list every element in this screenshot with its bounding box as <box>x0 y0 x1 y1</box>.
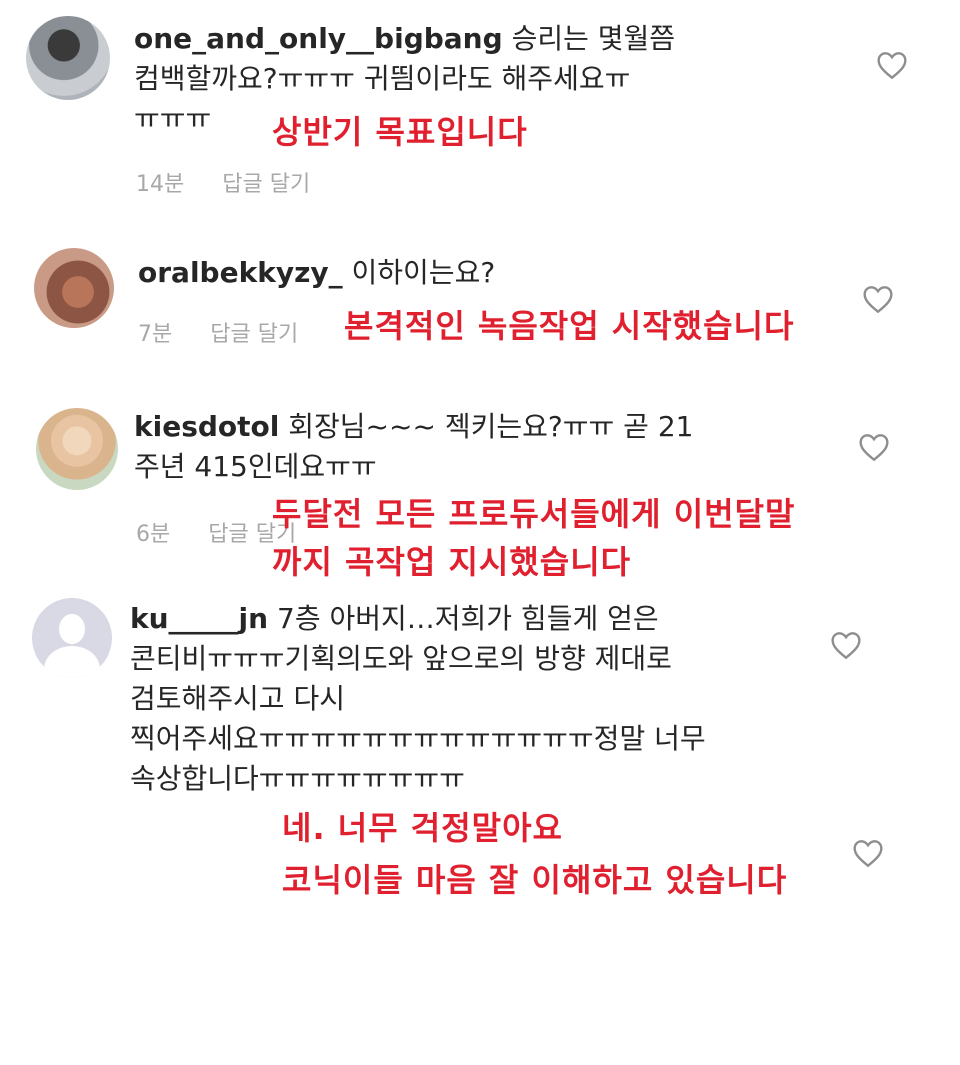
username[interactable]: one_and_only__bigbang <box>134 22 503 55</box>
annotation: 본격적인 녹음작업 시작했습니다 <box>344 307 795 345</box>
annotation: 네. 너무 걱정말아요 <box>282 809 563 847</box>
comment-text: one_and_only__bigbang 승리는 몇월쯤 <box>134 22 675 56</box>
comment-body: 찍어주세요ㅠㅠㅠㅠㅠㅠㅠㅠㅠㅠㅠㅠㅠ정말 너무 <box>130 722 706 755</box>
username[interactable]: ku_____jn <box>130 602 268 635</box>
comment-body: 검토해주시고 다시 <box>130 682 345 715</box>
heart-icon[interactable] <box>830 630 862 660</box>
comment-body: 컴백할까요?ㅠㅠㅠ 귀띔이라도 해주세요ㅠ <box>134 62 631 95</box>
reply-button[interactable]: 답글 달기 <box>222 172 310 197</box>
comment-text: ku_____jn 7층 아버지…저희가 힘들게 얻은 <box>130 602 659 636</box>
comment-text: kiesdotol 회장님~~~ 젝키는요?ㅠㅠ 곧 21 <box>134 410 693 444</box>
timestamp: 7분 <box>138 322 173 347</box>
heart-icon[interactable] <box>858 432 890 462</box>
comment-meta: 14분 답글 달기 <box>136 166 310 198</box>
comment-meta: 7분 답글 달기 <box>138 316 298 348</box>
avatar[interactable] <box>34 248 114 328</box>
comment-body: 속상합니다ㅠㅠㅠㅠㅠㅠㅠㅠ <box>130 762 465 795</box>
comment-text: oralbekkyzy_ 이하이는요? <box>138 256 495 290</box>
comment-body: 회장님~~~ 젝키는요?ㅠㅠ 곧 21 <box>288 410 694 443</box>
comment-body: 주년 415인데요ㅠㅠ <box>134 450 377 483</box>
avatar[interactable] <box>36 408 118 490</box>
username[interactable]: kiesdotol <box>134 410 279 443</box>
username[interactable]: oralbekkyzy_ <box>138 256 343 289</box>
comment-body: 7층 아버지…저희가 힘들게 얻은 <box>277 602 659 635</box>
heart-icon[interactable] <box>852 838 884 868</box>
heart-icon[interactable] <box>876 50 908 80</box>
avatar[interactable] <box>26 16 110 100</box>
default-avatar-head <box>59 614 85 644</box>
comment-body: ㅠㅠㅠ <box>134 102 212 135</box>
timestamp: 6분 <box>136 522 171 547</box>
annotation: 까지 곡작업 지시했습니다 <box>272 543 632 581</box>
comment-body: 이하이는요? <box>351 256 496 289</box>
annotation: 상반기 목표입니다 <box>272 113 528 151</box>
avatar[interactable] <box>32 598 112 678</box>
heart-icon[interactable] <box>862 284 894 314</box>
reply-button[interactable]: 답글 달기 <box>210 322 298 347</box>
annotation: 코닉이들 마음 잘 이해하고 있습니다 <box>282 861 788 899</box>
default-avatar-body <box>44 646 100 678</box>
annotation: 두달전 모든 프로듀서들에게 이번달말 <box>272 495 796 533</box>
comment-body: 콘티비ㅠㅠㅠ기획의도와 앞으로의 방향 제대로 <box>130 642 672 675</box>
comment-body: 승리는 몇월쯤 <box>511 22 676 55</box>
timestamp: 14분 <box>136 172 185 197</box>
